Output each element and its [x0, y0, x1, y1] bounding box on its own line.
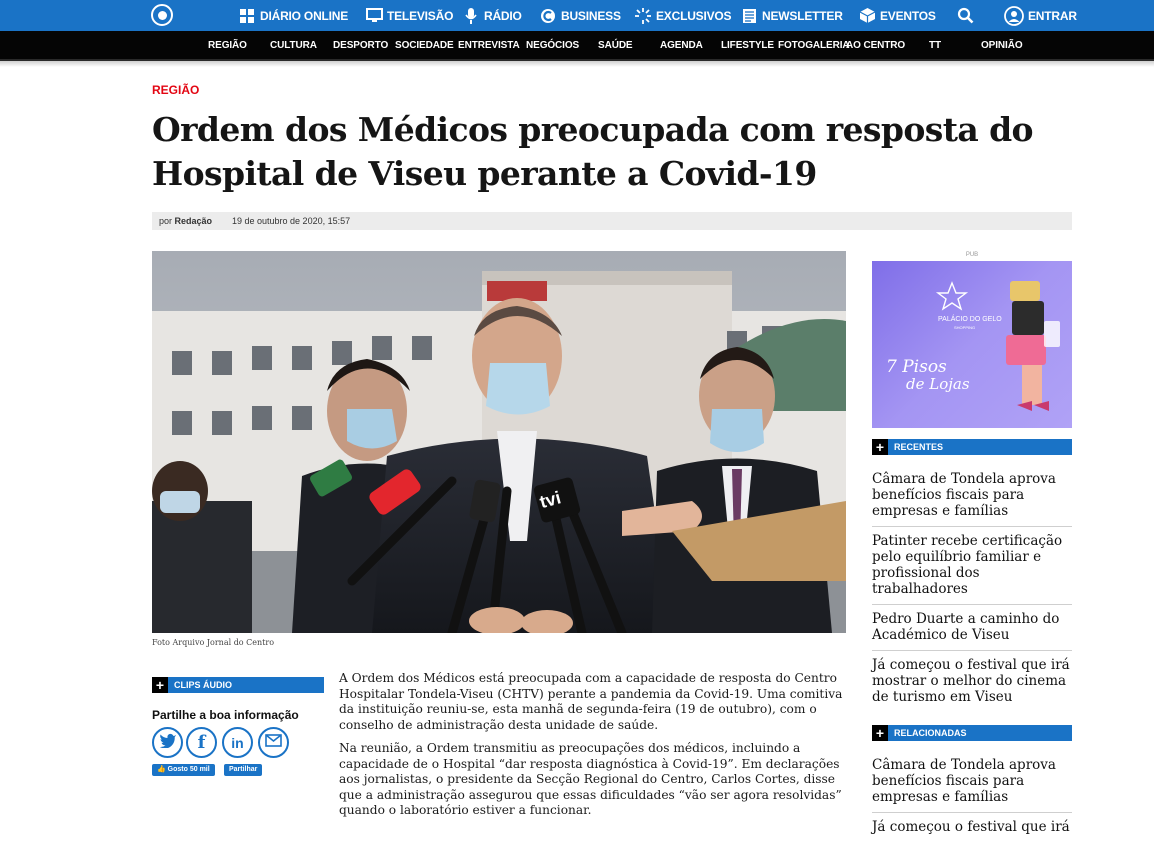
facebook-like-button[interactable]: 👍 Gosto 50 mil [152, 764, 215, 776]
nav-eventos[interactable]: EVENTOS [858, 0, 936, 31]
cube-icon [858, 7, 876, 25]
recentes-title: RECENTES [894, 442, 944, 452]
publish-date: 19 de outubro de 2020, 15:57 [232, 216, 351, 226]
list-item[interactable]: Câmara de Tondela aprova benefícios fisc… [872, 751, 1072, 813]
nav-business[interactable]: BUSINESS [539, 0, 621, 31]
section-desporto[interactable]: DESPORTO [333, 31, 388, 61]
site-logo-icon[interactable] [151, 4, 173, 26]
linkedin-icon: in [231, 734, 244, 751]
nav-label: RÁDIO [484, 8, 522, 23]
section-navigation-bar: REGIÃO CULTURA DESPORTO SOCIEDADE ENTREV… [0, 31, 1154, 61]
tv-icon [365, 7, 383, 25]
facebook-share-button[interactable]: f [186, 727, 217, 758]
section-fotogaleria[interactable]: FOTOGALERIA [778, 31, 850, 61]
section-agenda[interactable]: AGENDA [660, 31, 703, 61]
twitter-icon [159, 733, 177, 753]
newspaper-icon [740, 7, 758, 25]
recentes-list: Câmara de Tondela aprova benefícios fisc… [872, 465, 1072, 712]
article-body: A Ordem dos Médicos está preocupada com … [339, 671, 845, 827]
nav-label: TELEVISÃO [387, 8, 454, 23]
envelope-icon [265, 733, 282, 752]
section-sociedade[interactable]: SOCIEDADE [395, 31, 454, 61]
section-ao-centro[interactable]: AO CENTRO [846, 31, 905, 61]
article-photo: tvi [152, 251, 846, 633]
photo-caption: Foto Arquivo Jornal do Centro [152, 638, 275, 647]
relacionadas-title: RELACIONADAS [894, 728, 967, 738]
microphone-icon [462, 7, 480, 25]
section-saude[interactable]: SAÚDE [598, 31, 633, 61]
paragraph: Na reunião, a Ordem transmitiu as preocu… [339, 741, 842, 817]
linkedin-share-button[interactable]: in [222, 727, 253, 758]
ad-brand: PALÁCIO DO GELO [938, 314, 1002, 323]
section-negocios[interactable]: NEGÓCIOS [526, 31, 579, 61]
list-item[interactable]: Câmara de Tondela aprova benefícios fisc… [872, 465, 1072, 527]
nav-label: ENTRAR [1028, 8, 1077, 23]
facebook-icon: f [197, 732, 206, 753]
login-button[interactable]: ENTRAR [1004, 0, 1077, 31]
nav-newsletter[interactable]: NEWSLETTER [740, 0, 843, 31]
thumbs-up-icon: 👍 [157, 766, 166, 773]
nav-label: DIÁRIO ONLINE [260, 8, 349, 23]
section-tt[interactable]: TT [929, 31, 941, 61]
list-item[interactable]: Pedro Duarte a caminho do Académico de V… [872, 605, 1072, 651]
business-c-icon [539, 7, 557, 25]
top-navigation-bar: DIÁRIO ONLINE TELEVISÃO RÁDIO BUSINESS E… [0, 0, 1154, 31]
plus-icon: + [152, 677, 168, 693]
ad-label: PUB [965, 252, 979, 258]
email-share-button[interactable] [258, 727, 289, 758]
author-name[interactable]: Redação [175, 216, 213, 226]
byline-bar: por Redação 19 de outubro de 2020, 15:57 [152, 212, 1072, 230]
nav-label: EXCLUSIVOS [656, 8, 732, 23]
ad-slogan-1: 7 Pisos [886, 357, 947, 377]
nav-label: EVENTOS [880, 8, 936, 23]
header-shadow [0, 61, 1154, 67]
article-title: Ordem dos Médicos preocupada com respost… [152, 108, 1052, 196]
section-cultura[interactable]: CULTURA [270, 31, 317, 61]
facebook-share-button-small[interactable]: Partilhar [224, 764, 263, 776]
nav-televisao[interactable]: TELEVISÃO [365, 0, 453, 31]
search-icon [956, 7, 974, 25]
section-entrevista[interactable]: ENTREVISTA [458, 31, 520, 61]
section-lifestyle[interactable]: LIFESTYLE [721, 31, 774, 61]
twitter-share-button[interactable] [152, 727, 183, 758]
section-opiniao[interactable]: OPINIÃO [981, 31, 1023, 61]
like-count: Gosto 50 mil [167, 766, 210, 773]
plus-icon: + [872, 725, 888, 741]
title-line-1: Ordem dos Médicos preocupada com respost… [152, 110, 1034, 149]
list-item[interactable]: Já começou o festival que irá mostrar o … [872, 651, 1072, 712]
section-regiao[interactable]: REGIÃO [208, 31, 247, 61]
share-title: Partilhe a boa informação [152, 708, 299, 722]
advertisement-banner[interactable]: PALÁCIO DO GELO SHOPPING 7 Pisos de Loja… [872, 261, 1072, 428]
ad-slogan-2: de Lojas [906, 375, 970, 393]
nav-radio[interactable]: RÁDIO [462, 0, 522, 31]
nav-exclusivos[interactable]: EXCLUSIVOS [634, 0, 732, 31]
clips-audio-header[interactable]: + CLIPS ÁUDIO [152, 677, 324, 693]
user-icon [1004, 5, 1024, 26]
clips-audio-title: CLIPS ÁUDIO [174, 680, 233, 690]
nav-diario-online[interactable]: DIÁRIO ONLINE [238, 0, 348, 31]
star-logo-icon [935, 281, 969, 311]
relacionadas-list: Câmara de Tondela aprova benefícios fisc… [872, 751, 1072, 842]
recentes-header[interactable]: + RECENTES [872, 439, 1072, 455]
title-line-2: Hospital de Viseu perante a Covid-19 [152, 154, 817, 193]
grid-icon [238, 7, 256, 25]
nav-label: BUSINESS [561, 8, 621, 23]
ad-brand-sub: SHOPPING [954, 325, 975, 330]
paragraph: A Ordem dos Médicos está preocupada com … [339, 671, 843, 732]
byline-prefix: por [159, 216, 173, 226]
plus-icon: + [872, 439, 888, 455]
sparkle-icon [634, 7, 652, 25]
byline: por Redação [159, 212, 212, 230]
relacionadas-header[interactable]: + RELACIONADAS [872, 725, 1072, 741]
nav-label: NEWSLETTER [762, 8, 843, 23]
list-item[interactable]: Já começou o festival que irá [872, 813, 1072, 842]
list-item[interactable]: Patinter recebe certificação pelo equilí… [872, 527, 1072, 605]
search-button[interactable] [956, 0, 978, 31]
article-category[interactable]: REGIÃO [152, 83, 199, 97]
